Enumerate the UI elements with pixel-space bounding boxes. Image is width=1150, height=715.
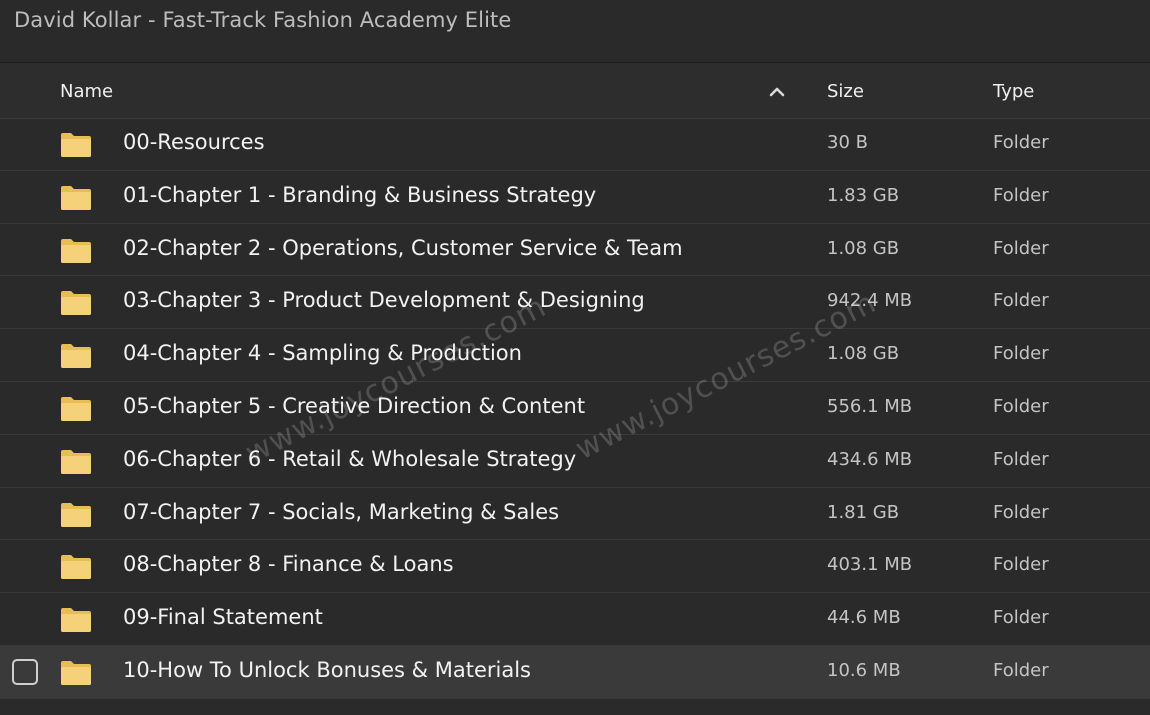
row-size: 1.83 GB	[827, 184, 900, 206]
row-size: 10.6 MB	[827, 659, 901, 681]
row-size: 556.1 MB	[827, 395, 913, 417]
row-name: 08-Chapter 8 - Finance & Loans	[123, 552, 454, 577]
row-type: Folder	[993, 607, 1049, 629]
folder-icon	[61, 238, 91, 263]
folder-icon	[61, 133, 91, 157]
column-header-size[interactable]: Size	[827, 81, 864, 102]
table-row-hovered[interactable]: 10-How To Unlock Bonuses & Materials 10.…	[0, 645, 1150, 699]
table-row[interactable]: 05-Chapter 5 - Creative Direction & Cont…	[0, 382, 1150, 435]
table-row[interactable]: 02-Chapter 2 - Operations, Customer Serv…	[0, 224, 1150, 277]
row-size: 30 B	[827, 132, 868, 153]
column-header-type[interactable]: Type	[993, 81, 1034, 102]
row-type: Folder	[993, 290, 1049, 312]
column-header: Name Size Type	[0, 63, 1150, 119]
row-name: 09-Final Statement	[123, 605, 323, 630]
chevron-up-icon[interactable]	[769, 87, 785, 97]
folder-icon	[61, 502, 91, 527]
row-size: 434.6 MB	[827, 448, 913, 470]
title-bar: David Kollar - Fast-Track Fashion Academ…	[0, 0, 1150, 62]
row-type: Folder	[993, 395, 1049, 417]
row-type: Folder	[993, 237, 1049, 259]
file-list: 00-Resources 30 B Folder 01-Chapter 1 - …	[0, 118, 1150, 699]
row-name: 05-Chapter 5 - Creative Direction & Cont…	[123, 393, 586, 418]
table-row[interactable]: 09-Final Statement 44.6 MB Folder	[0, 593, 1150, 646]
row-size: 403.1 MB	[827, 554, 913, 576]
row-size: 1.08 GB	[827, 237, 900, 259]
folder-icon	[61, 660, 91, 685]
table-row[interactable]: 00-Resources 30 B Folder	[0, 118, 1150, 171]
row-name: 06-Chapter 6 - Retail & Wholesale Strate…	[123, 446, 577, 471]
row-size: 942.4 MB	[827, 290, 913, 312]
row-name: 10-How To Unlock Bonuses & Materials	[123, 657, 531, 682]
row-type: Folder	[993, 343, 1049, 365]
folder-icon	[61, 608, 91, 633]
row-size: 1.81 GB	[827, 501, 900, 523]
row-select-checkbox[interactable]	[12, 658, 38, 685]
folder-icon	[61, 344, 91, 369]
row-type: Folder	[993, 501, 1049, 523]
folder-icon	[61, 449, 91, 474]
row-name: 02-Chapter 2 - Operations, Customer Serv…	[123, 235, 683, 260]
folder-icon	[61, 291, 91, 316]
row-name: 01-Chapter 1 - Branding & Business Strat…	[123, 182, 597, 207]
row-type: Folder	[993, 659, 1049, 681]
row-type: Folder	[993, 184, 1049, 206]
folder-icon	[61, 396, 91, 421]
row-size: 44.6 MB	[827, 607, 901, 629]
row-type: Folder	[993, 448, 1049, 470]
row-type: Folder	[993, 132, 1049, 153]
folder-icon	[61, 185, 91, 210]
window-title: David Kollar - Fast-Track Fashion Academ…	[14, 8, 512, 32]
table-row[interactable]: 06-Chapter 6 - Retail & Wholesale Strate…	[0, 435, 1150, 488]
row-size: 1.08 GB	[827, 343, 900, 365]
table-row[interactable]: 08-Chapter 8 - Finance & Loans 403.1 MB …	[0, 540, 1150, 594]
folder-icon	[61, 555, 91, 580]
row-name: 00-Resources	[123, 130, 265, 154]
row-name: 07-Chapter 7 - Socials, Marketing & Sale…	[123, 499, 560, 524]
row-name: 03-Chapter 3 - Product Development & Des…	[123, 288, 645, 313]
table-row[interactable]: 07-Chapter 7 - Socials, Marketing & Sale…	[0, 488, 1150, 541]
row-name: 04-Chapter 4 - Sampling & Production	[123, 341, 522, 366]
column-header-name[interactable]: Name	[60, 81, 113, 102]
table-row[interactable]: 01-Chapter 1 - Branding & Business Strat…	[0, 171, 1150, 224]
table-row[interactable]: 03-Chapter 3 - Product Development & Des…	[0, 276, 1150, 330]
table-row[interactable]: 04-Chapter 4 - Sampling & Production 1.0…	[0, 329, 1150, 382]
row-type: Folder	[993, 554, 1049, 576]
